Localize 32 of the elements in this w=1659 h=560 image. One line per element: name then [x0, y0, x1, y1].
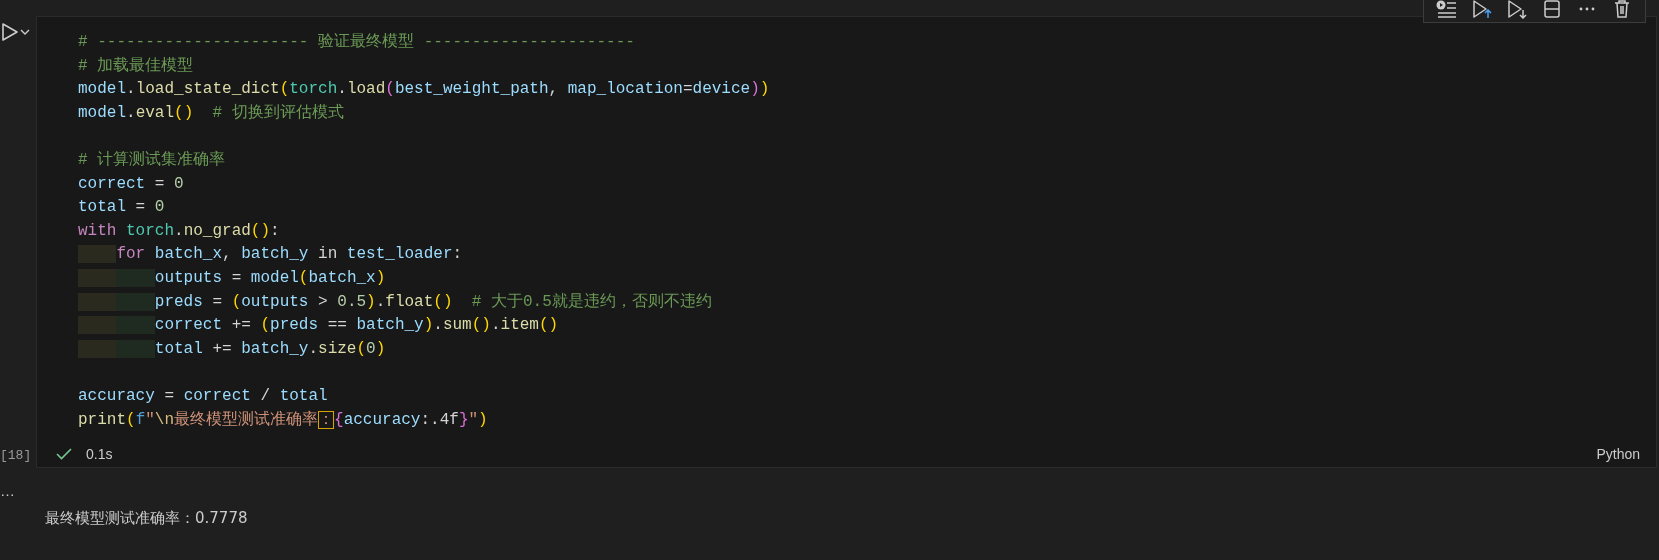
chevron-icon	[20, 28, 30, 36]
execution-count: [18]	[0, 448, 33, 464]
code-line: total += batch_y.size(0)	[78, 337, 386, 362]
execute-above-button[interactable]	[1471, 0, 1493, 21]
code-line: for batch_x, batch_y in test_loader:	[78, 243, 463, 267]
run-by-line-button[interactable]	[1436, 0, 1458, 21]
trash-icon	[1613, 0, 1631, 19]
code-cell[interactable]	[36, 16, 1657, 469]
more-icon	[1578, 5, 1596, 12]
split-cell-button[interactable]	[1541, 0, 1563, 21]
execute-above-icon	[1471, 0, 1493, 19]
code-line: preds = (outputs > 0.5).float() # 大于0.5就是违约，否则不违约	[78, 290, 712, 315]
code-line: with torch.no_grad():	[78, 220, 280, 242]
execution-time: 0.1s	[86, 445, 113, 462]
code-line: print(f"\n最终模型测试准确率：{accuracy:.4f}")	[78, 409, 488, 431]
language-label[interactable]: Python	[1596, 445, 1640, 462]
output-menu[interactable]: …	[0, 482, 15, 500]
code-line: correct += (preds == batch_y).sum().item()	[78, 314, 559, 338]
code-line: total = 0	[78, 197, 165, 219]
run-icon	[0, 21, 20, 43]
execute-below-button[interactable]	[1506, 0, 1528, 21]
code-line: # 加载最佳模型	[78, 55, 194, 77]
code-line: accuracy = correct / total	[78, 385, 328, 407]
code-line: # 计算测试集准确率	[78, 149, 226, 171]
output-text: 最终模型测试准确率：0.7778	[45, 509, 248, 529]
code-line: model.eval() # 切换到评估模式	[78, 102, 344, 124]
code-line: outputs = model(batch_x)	[78, 266, 386, 291]
split-cell-icon	[1542, 0, 1562, 19]
execute-below-icon	[1506, 0, 1528, 19]
code-line: model.load_state_dict(torch.load(best_weight_path, map_location=device))	[78, 79, 770, 101]
code-line: correct = 0	[78, 173, 184, 195]
code-line: # ---------------------- 验证最终模型 ----------------------	[78, 32, 635, 53]
